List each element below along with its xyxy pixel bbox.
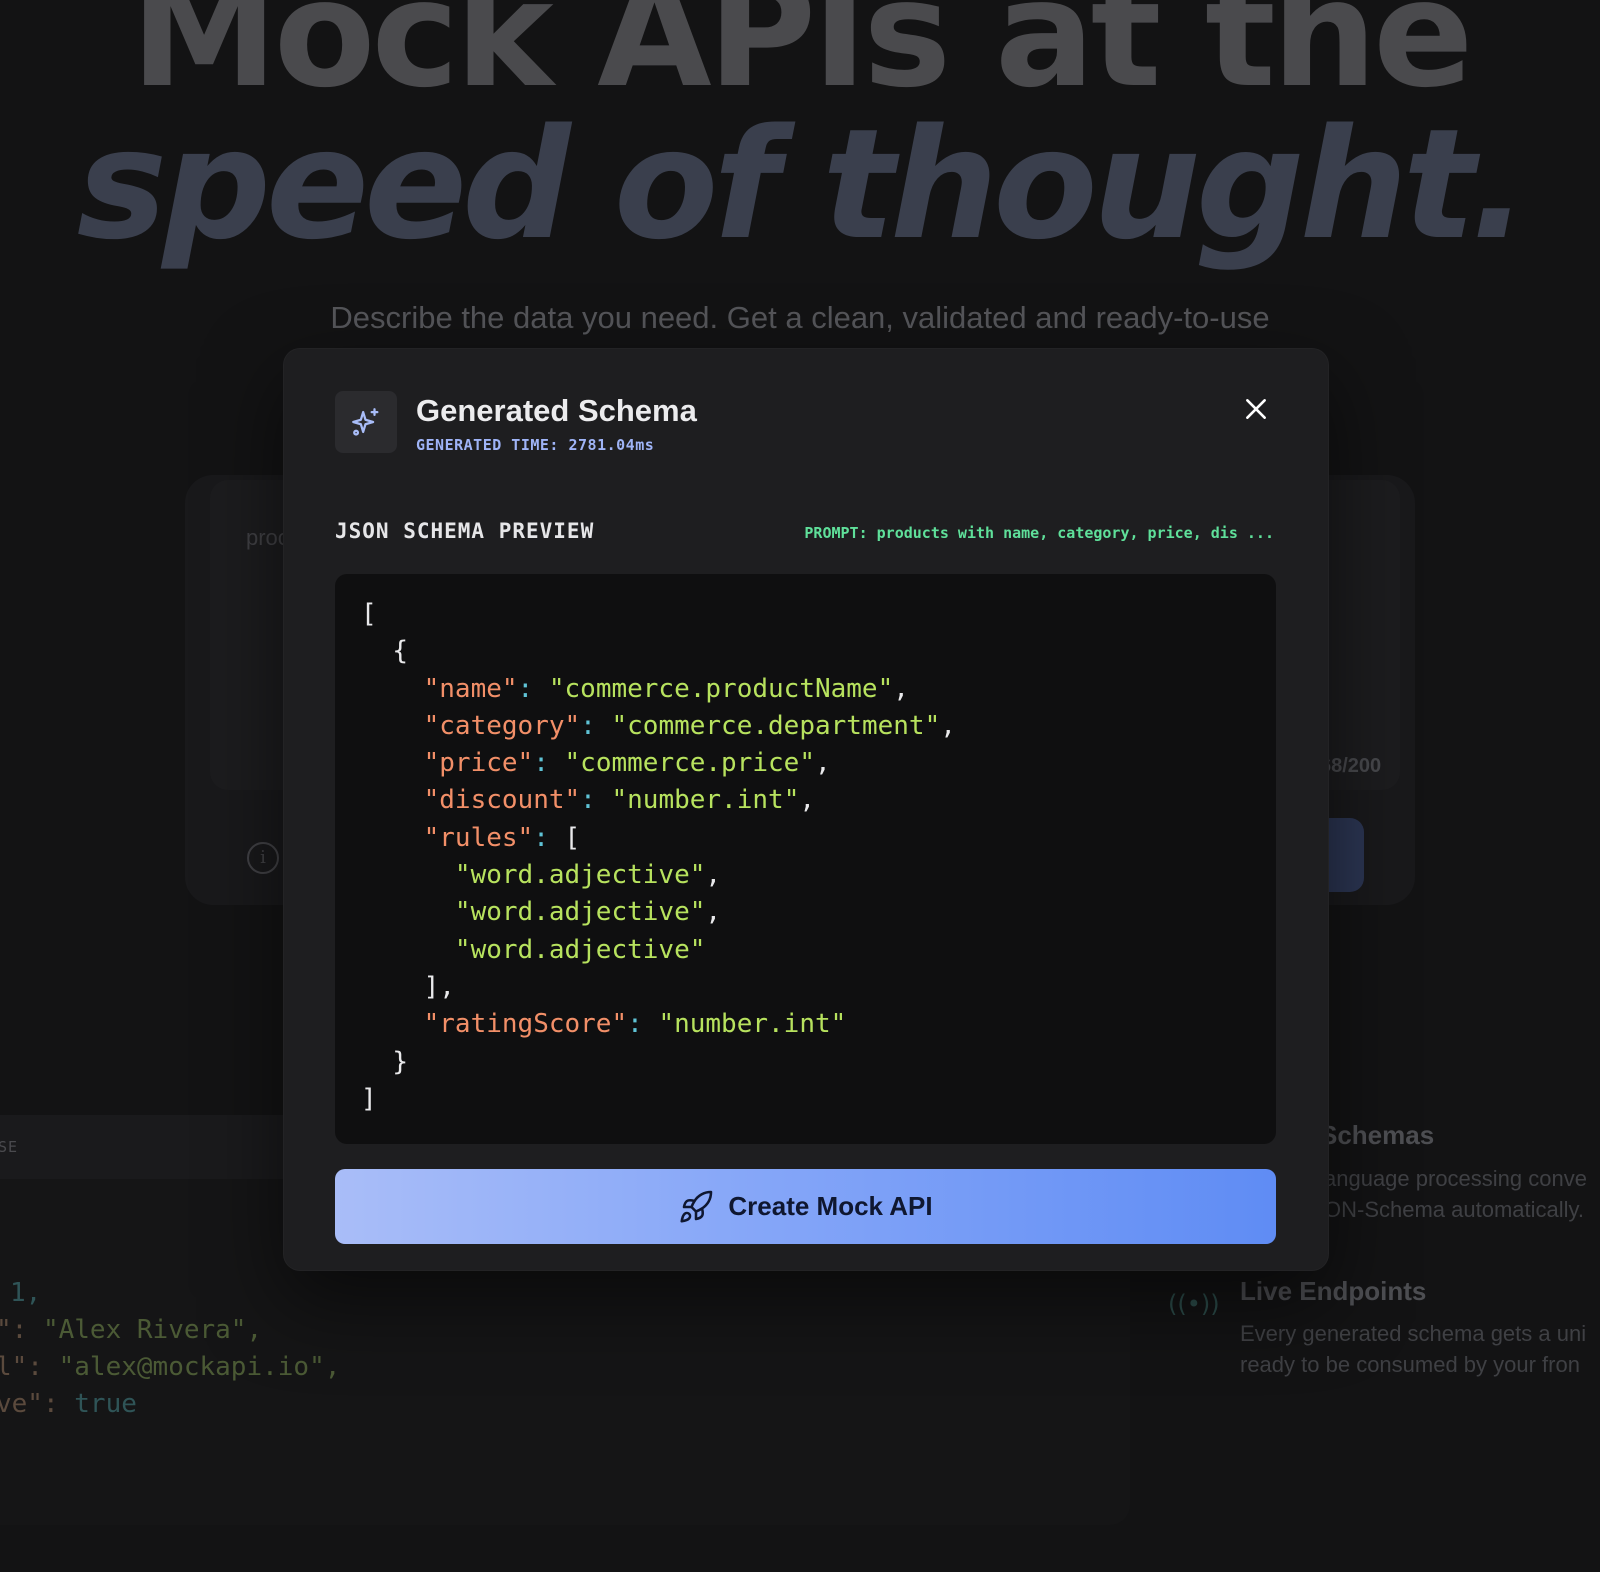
feature-title-live-endpoints: Live Endpoints — [1240, 1276, 1427, 1306]
prompt-placeholder: proc — [246, 525, 289, 550]
modal-title: Generated Schema — [416, 393, 697, 428]
code-line: ": "Alex Rivera", — [0, 1315, 263, 1345]
generated-time: GENERATED TIME: 2781.04ms — [416, 436, 655, 454]
feature-desc-line: ON-Schema automatically. — [1324, 1197, 1585, 1222]
feature-desc-line: Every generated schema gets a uni — [1240, 1321, 1587, 1346]
prompt-preview: PROMPT: products with name, category, pr… — [804, 524, 1274, 542]
hero-title-line2: speed of thought. — [76, 96, 1529, 273]
char-counter: 68/200 — [1320, 755, 1382, 777]
info-icon[interactable]: i — [247, 842, 279, 874]
response-label: NSE — [0, 1138, 19, 1156]
json-schema-preview[interactable]: [ { "name": "commerce.productName", "cat… — [335, 574, 1276, 1144]
code-line: ve": true — [0, 1389, 137, 1419]
feature-title-schemas: Schemas — [1320, 1120, 1435, 1150]
broadcast-icon: ((•)) — [1168, 1290, 1220, 1318]
hero-subtitle: Describe the data you need. Get a clean,… — [330, 300, 1270, 335]
code-line: 1, — [10, 1278, 42, 1308]
code-line: l": "alex@mockapi.io", — [0, 1352, 341, 1382]
create-button-label: Create Mock API — [728, 1191, 933, 1221]
rocket-icon — [680, 1190, 713, 1223]
create-mock-api-button[interactable]: Create Mock API — [335, 1169, 1276, 1244]
section-label: JSON SCHEMA PREVIEW — [335, 519, 595, 543]
feature-desc-line: anguage processing conve — [1324, 1166, 1587, 1191]
generated-schema-modal: Generated Schema GENERATED TIME: 2781.04… — [284, 349, 1328, 1270]
close-icon — [1246, 399, 1266, 419]
sparkles-icon — [335, 391, 397, 453]
close-button[interactable] — [1236, 389, 1276, 429]
feature-desc-line: ready to be consumed by your fron — [1240, 1352, 1580, 1377]
